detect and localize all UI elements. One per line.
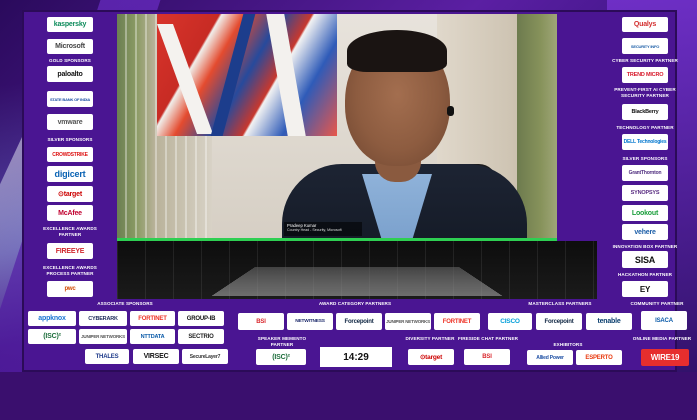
sponsor-logo-kaspersky: kaspersky [47,17,93,32]
sponsor-logo-paloalto: paloalto [47,66,93,82]
award-category-partners-label: AWARD CATEGORY PARTNERS [318,301,392,306]
sponsor-logo-tenable: tenable [586,313,632,330]
sponsor-logo-vehere: vehere [622,224,668,240]
sponsor-logo-forcepoint-masterclass: Forcepoint [536,313,582,330]
gold-sponsors-label: GOLD SPONSORS [49,58,91,63]
sponsor-logo-microsoft: Microsoft [47,39,93,54]
sponsor-logo-isc2: (ISC)² [28,329,76,344]
sponsor-logo-target: ⊙target [47,186,93,202]
speaker-title: Country Head - Security, Microsoft [287,228,342,232]
sponsor-logo-allied-power: Allied Power [527,350,573,365]
speaker-memento-label: SPEAKER MEMENTO PARTNER [257,336,307,347]
sponsor-logo-juniper-award: JUNIPER NETWORKS [385,313,431,330]
sponsor-logo-pwc: pwc [47,281,93,297]
associate-sponsors-label: ASSOCIATE SPONSORS [97,301,153,306]
sponsor-logo-vmware: vmware [47,114,93,130]
wall-painting [156,14,337,136]
sponsor-logo-forcepoint: Forcepoint [336,313,382,330]
sponsor-logo-qualys: Qualys [622,17,668,32]
online-media-partner-label: ONLINE MEDIA PARTNER [632,336,692,341]
sponsor-logo-wire19: WIRE19 [641,349,689,366]
sponsor-logo-fortinet: FORTINET [130,311,175,326]
sponsor-logo-netwitness: NETWITNESS [287,313,333,330]
technology-partner-label: TECHNOLOGY PARTNER [616,125,674,130]
sponsor-logo-juniper: JUNIPER NETWORKS [79,329,127,344]
sponsor-logo-esperto: ESPERTO [576,350,622,365]
sponsor-logo-sectrio: SECTRIO [178,329,224,344]
sponsor-logo-cisco: CISCO [488,313,532,330]
sponsor-logo-mcafee: McAfee [47,205,93,221]
sponsor-logo-fortinet-award: FORTINET [434,313,480,330]
right-silver-sponsors-label: SILVER SPONSORS [622,156,668,161]
sponsor-logo-isc2-memento: (ISC)² [256,349,306,365]
community-partner-label: COMMUNITY PARTNER [630,301,684,306]
sponsor-logo-target-diversity: ⊙target [408,349,454,365]
sponsor-logo-grant-thornton: GrantThornton [622,165,668,181]
sponsor-logo-fireeye: FIREEYE [47,243,93,259]
earbud [447,106,454,116]
sponsor-logo-cyberark: CYBERARK [79,311,127,326]
sponsor-logo-thales: THALES [85,349,129,364]
sponsor-logo-lookout: Lookout [622,205,668,221]
excellence-awards-label: EXCELLENCE AWARDS PARTNER [43,226,97,237]
prevent-first-label: PREVENT-FIRST AI CYBER SECURITY PARTNER [614,87,676,98]
speaker-nametag: Pradeep Kumar Country Head - Security, M… [284,222,362,236]
innovation-box-label: INNOVATION BOX PARTNER [612,244,678,249]
sponsor-logo-group-ib: GROUP-IB [178,311,224,326]
exhibitors-label: EXHIBITORS [553,342,583,347]
sponsor-logo-dell: DELL Technologies [622,134,668,150]
sponsor-logo-security-info: SECURITY INFO [622,38,668,54]
sponsor-logo-bsi: BSI [238,313,284,330]
masterclass-partners-label: MASTERCLASS PARTNERS [528,301,592,306]
sponsor-logo-synopsys: SYNOPSYS [622,185,668,201]
hackathon-partner-label: HACKATHON PARTNER [617,272,673,277]
excellence-process-label: EXCELLENCE AWARDS PROCESS PARTNER [43,265,97,276]
sponsor-logo-crowdstrike: CROWDSTRIKE [47,147,93,162]
sponsor-logo-sisa: SISA [622,251,668,268]
cyber-security-partner-label: CYBER SECURITY PARTNER [612,58,678,63]
sponsor-logo-ey: EY [622,281,668,297]
session-clock: 14:29 [320,347,392,367]
speaker-hair [347,30,447,72]
sponsor-logo-isaca: ISACA [641,311,687,330]
sponsor-logo-virsec: VIRSEC [133,349,179,364]
virtual-stage [117,241,597,299]
sponsor-logo-bsi-fireside: BSI [464,349,510,365]
sponsor-logo-digicert: digicert [47,166,93,182]
silver-sponsors-label: SILVER SPONSORS [47,137,93,142]
sponsor-logo-blackberry: BlackBerry [622,104,668,120]
sponsor-logo-appknox: appknox [28,311,76,326]
sponsor-logo-trend-micro: TREND MICRO [622,67,668,83]
fireside-chat-label: FIRESIDE CHAT PARTNER [457,336,519,341]
diversity-partner-label: DIVERSITY PARTNER [405,336,455,341]
sponsor-logo-securelayer7: SecureLayer7 [182,349,228,364]
sponsor-logo-sbi: STATE BANK OF INDIA [47,91,93,107]
speaker-video[interactable]: Pradeep Kumar Country Head - Security, M… [117,14,557,240]
sponsor-logo-nttdata: NTTDATA [130,329,175,344]
